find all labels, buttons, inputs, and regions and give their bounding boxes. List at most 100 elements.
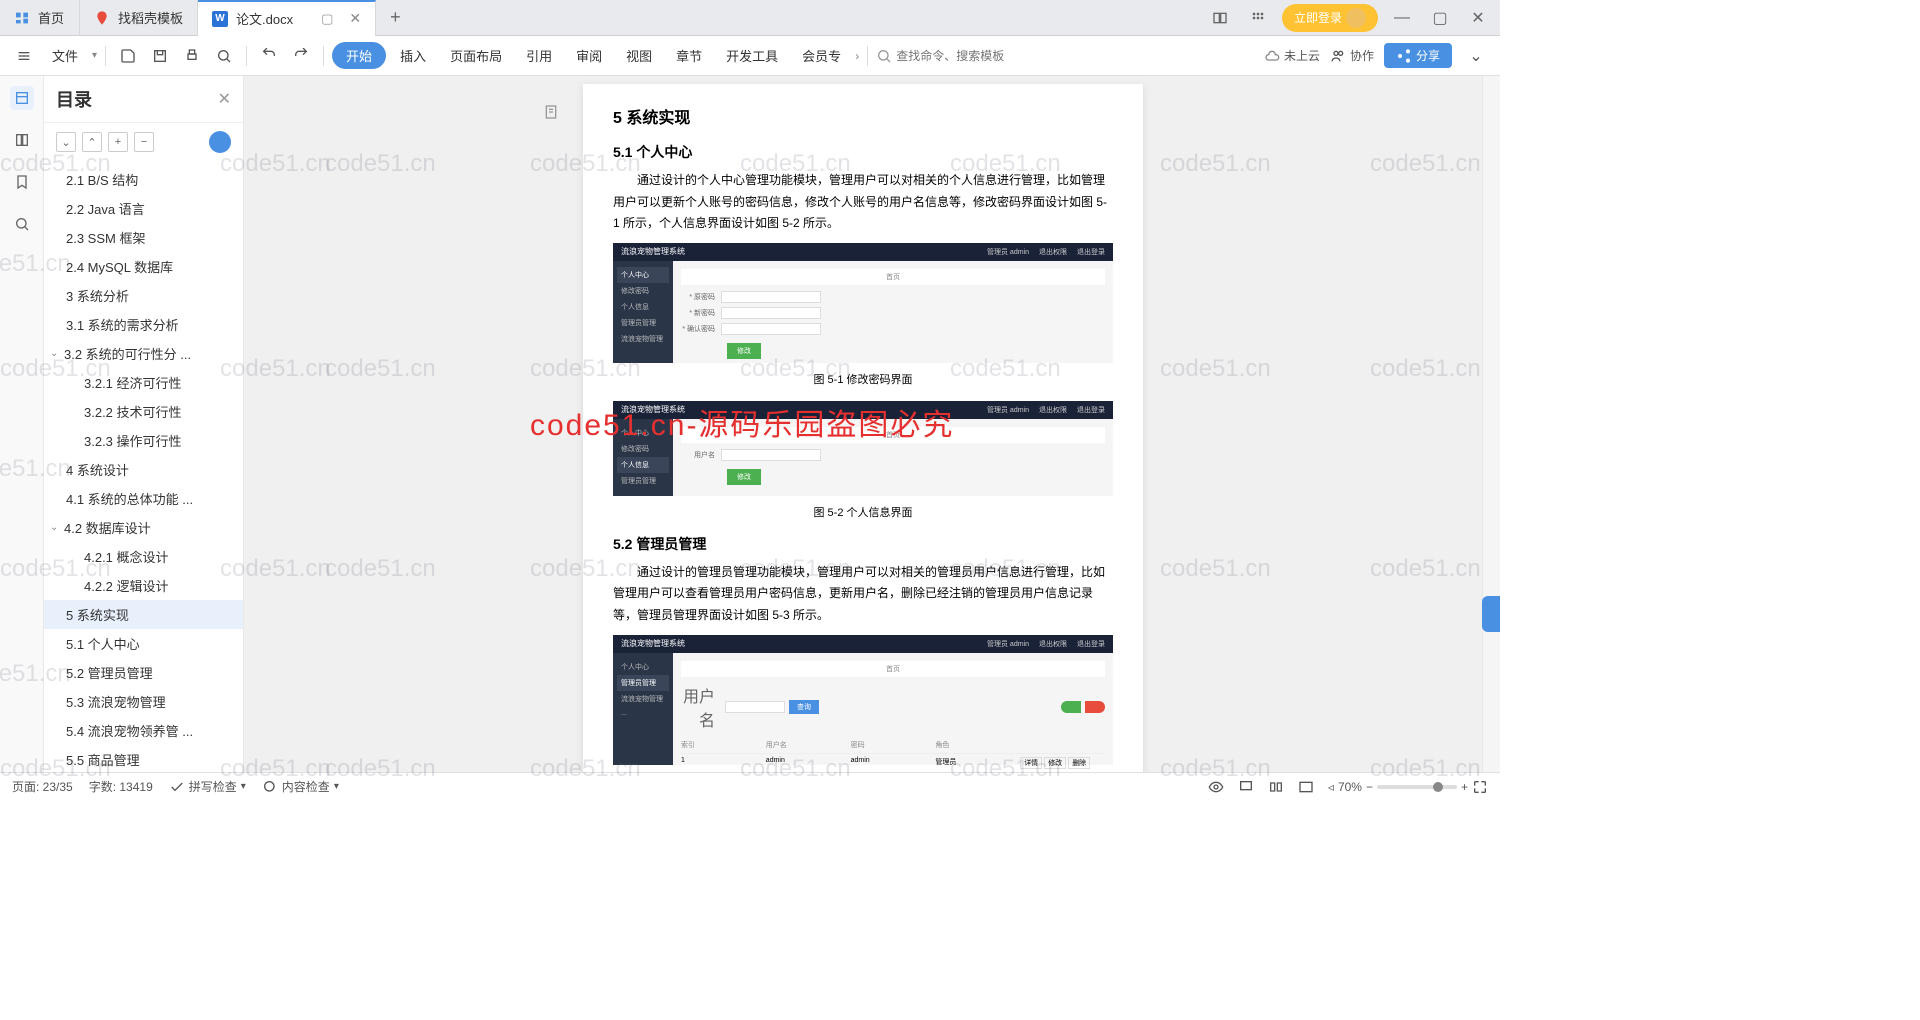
title-bar: 首页 找稻壳模板 W 论文.docx ▢ ✕ + 立即登录 — ▢ ✕ [0,0,1500,36]
outline-icon[interactable] [10,86,34,110]
print-icon[interactable] [178,42,206,70]
tool-minus-icon[interactable]: − [134,132,154,152]
home-icon [14,10,30,26]
zoom-out-button[interactable]: − [1366,780,1373,794]
redo-icon[interactable] [287,42,315,70]
toc-item[interactable]: 2.1 B/S 结构 [44,165,243,194]
menu-hamburger-icon[interactable] [10,42,38,70]
cloud-status[interactable]: 未上云 [1264,47,1320,64]
toc-item[interactable]: ⌄4.2 数据库设计 [44,513,243,542]
status-page[interactable]: 页面: 23/35 [12,778,73,795]
toc-item[interactable]: 4 系统设计 [44,455,243,484]
tab-add-button[interactable]: + [376,7,415,28]
view-mode-icon[interactable] [1208,779,1224,795]
toc-item[interactable]: 4.1 系统的总体功能 ... [44,484,243,513]
toc-list: 2.1 B/S 结构2.2 Java 语言2.3 SSM 框架2.4 MySQL… [44,161,243,772]
caption-5-1: 图 5-1 修改密码界面 [613,371,1113,387]
status-content-check[interactable]: 内容检查 ▾ [262,778,339,795]
toc-item[interactable]: 3.2.1 经济可行性 [44,368,243,397]
view-layout-icon[interactable] [1238,779,1254,795]
tab-home[interactable]: 首页 [0,0,80,36]
document-page: 5 系统实现 5.1 个人中心 通过设计的个人中心管理功能模块，管理用户可以对相… [583,84,1143,772]
toc-item[interactable]: 4.2.1 概念设计 [44,542,243,571]
toc-item[interactable]: 4.2.2 逻辑设计 [44,571,243,600]
close-button[interactable]: ✕ [1464,4,1492,32]
left-rail [0,76,44,772]
toc-item[interactable]: 5.4 流浪宠物领养管 ... [44,716,243,745]
share-button[interactable]: 分享 [1384,43,1452,68]
collab-button[interactable]: 协作 [1330,47,1374,64]
zoom-in-button[interactable]: + [1461,780,1468,794]
tool-plus-icon[interactable]: + [108,132,128,152]
sidebar-close-icon[interactable]: ✕ [218,89,231,109]
toc-item[interactable]: 5.5 商品管理 [44,745,243,772]
status-bar: 页面: 23/35 字数: 13419 拼写检查 ▾ 内容检查 ▾ ◃ 70% … [0,772,1500,800]
main-area: 目录 ✕ ⌄ ⌃ + − 2.1 B/S 结构2.2 Java 语言2.3 SS… [0,76,1500,772]
toc-item[interactable]: 5.2 管理员管理 [44,658,243,687]
heading-5-2: 5.2 管理员管理 [613,534,1113,554]
menu-layout[interactable]: 页面布局 [440,42,512,69]
document-area[interactable]: 5 系统实现 5.1 个人中心 通过设计的个人中心管理功能模块，管理用户可以对相… [244,76,1482,772]
menu-start[interactable]: 开始 [332,42,386,69]
toc-item[interactable]: 5.3 流浪宠物管理 [44,687,243,716]
toc-item[interactable]: 3.2.2 技术可行性 [44,397,243,426]
apps-icon[interactable] [1244,4,1272,32]
menu-reference[interactable]: 引用 [516,42,562,69]
page-options-icon[interactable] [543,104,559,125]
login-button[interactable]: 立即登录 [1282,4,1378,32]
bookmark-icon[interactable] [10,170,34,194]
undo-icon[interactable] [255,42,283,70]
figure-5-2: 流浪宠物管理系统管理员 admin退出权限退出登录 个人中心 修改密码 个人信息… [613,401,1113,496]
menu-review[interactable]: 审阅 [566,42,612,69]
tool-collapse-icon[interactable]: ⌄ [56,132,76,152]
search-input[interactable] [896,49,1026,63]
paragraph: 通过设计的管理员管理功能模块，管理用户可以对相关的管理员用户信息进行管理，比如管… [613,562,1113,627]
paragraph: 通过设计的个人中心管理功能模块，管理用户可以对相关的个人信息进行管理，比如管理用… [613,170,1113,235]
tab-document[interactable]: W 论文.docx ▢ ✕ [198,0,376,36]
tab-close-icon[interactable]: ✕ [349,10,361,27]
tool-expand-icon[interactable]: ⌃ [82,132,102,152]
view-web-icon[interactable] [1298,779,1314,795]
zoom-value[interactable]: 70% [1338,780,1362,794]
figure-5-1: 流浪宠物管理系统管理员 admin退出权限退出登录 个人中心 修改密码 个人信息… [613,243,1113,363]
status-spellcheck[interactable]: 拼写检查 ▾ [169,778,246,795]
zoom-fit-icon[interactable]: ◃ 70% − + [1328,779,1488,795]
right-tab-handle[interactable] [1482,596,1500,632]
toc-item[interactable]: 3.1 系统的需求分析 [44,310,243,339]
toc-item[interactable]: ⌄3.2 系统的可行性分 ... [44,339,243,368]
toc-item[interactable]: 3 系统分析 [44,281,243,310]
preview-icon[interactable] [210,42,238,70]
menu-view[interactable]: 视图 [616,42,662,69]
toc-item[interactable]: 5.1 个人中心 [44,629,243,658]
template-icon [94,10,110,26]
menu-search[interactable] [876,48,1026,64]
tool-sync-icon[interactable] [209,131,231,153]
toc-item[interactable]: 5 系统实现 [44,600,243,629]
search-rail-icon[interactable] [10,212,34,236]
tab-template[interactable]: 找稻壳模板 [80,0,198,36]
toc-item[interactable]: 3.2.3 操作可行性 [44,426,243,455]
chevron-down-icon[interactable]: ⌄ [1462,42,1490,70]
toc-item[interactable]: 2.2 Java 语言 [44,194,243,223]
status-words[interactable]: 字数: 13419 [89,778,153,795]
heading-5: 5 系统实现 [613,104,1113,128]
menu-member[interactable]: 会员专 [792,42,851,69]
fullscreen-icon[interactable] [1472,779,1488,795]
menu-file[interactable]: 文件 [42,42,88,69]
caption-5-2: 图 5-2 个人信息界面 [613,504,1113,520]
toc-item[interactable]: 2.3 SSM 框架 [44,223,243,252]
view-reading-icon[interactable] [1268,779,1284,795]
maximize-button[interactable]: ▢ [1426,4,1454,32]
menu-insert[interactable]: 插入 [390,42,436,69]
toc-item[interactable]: 2.4 MySQL 数据库 [44,252,243,281]
cards-icon[interactable] [10,128,34,152]
save-icon[interactable] [114,42,142,70]
layout-icon[interactable] [1206,4,1234,32]
minimize-button[interactable]: — [1388,4,1416,32]
zoom-slider[interactable] [1377,785,1457,789]
menu-devtools[interactable]: 开发工具 [716,42,788,69]
menu-chapter[interactable]: 章节 [666,42,712,69]
save-as-icon[interactable] [146,42,174,70]
tab-template-label: 找稻壳模板 [118,8,183,27]
tab-window-icon[interactable]: ▢ [321,11,333,27]
